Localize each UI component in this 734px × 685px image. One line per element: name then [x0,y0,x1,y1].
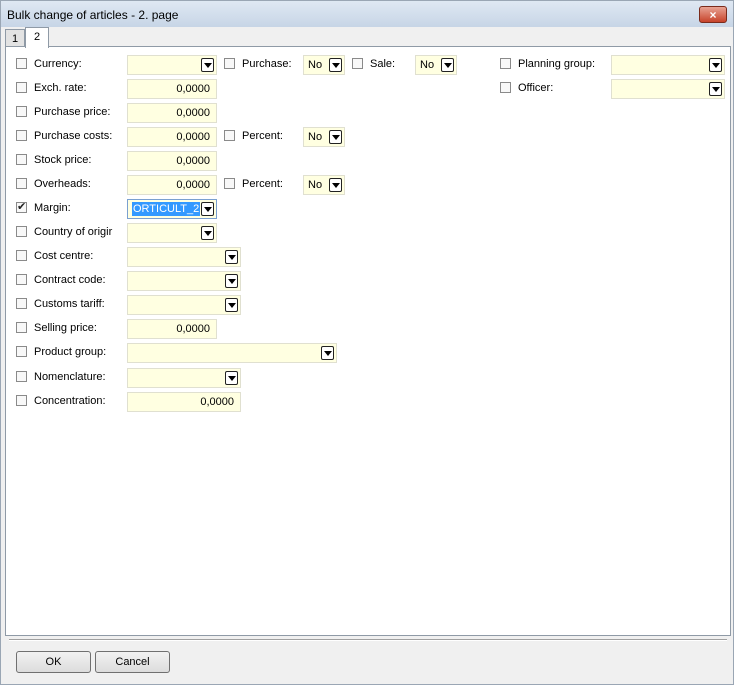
officer-label: Officer: [518,82,554,94]
cost-centre-select[interactable] [127,247,241,267]
overheads-label: Overheads: [34,178,91,190]
country-of-origin-checkbox[interactable] [16,226,27,237]
dialog-window: Bulk change of articles - 2. page × 1 2 … [0,0,734,685]
purchase-costs-percent-label: Percent: [242,130,283,142]
purchase-price-input[interactable]: 0,0000 [127,103,217,123]
product-group-select[interactable] [127,343,337,363]
purchase-costs-percent-select[interactable]: No [303,127,345,147]
chevron-down-icon[interactable] [321,346,334,360]
nomenclature-select[interactable] [127,368,241,388]
planning-group-checkbox[interactable] [500,58,511,69]
contract-code-checkbox[interactable] [16,274,27,285]
sale-label: Sale: [370,58,396,70]
chevron-down-icon[interactable] [201,202,214,216]
tab-strip: 1 2 [1,27,733,48]
currency-label: Currency: [34,58,82,70]
cost-centre-label: Cost centre: [34,250,94,262]
window-title: Bulk change of articles - 2. page [7,8,179,22]
footer-separator [9,639,727,641]
country-of-origin-label: Country of origir [34,226,113,238]
sale-checkbox[interactable] [352,58,363,69]
margin-value: ORTICULT_2 [132,202,201,216]
country-of-origin-select[interactable] [127,223,217,243]
planning-group-label: Planning group: [518,58,596,70]
product-group-label: Product group: [34,346,107,358]
stock-price-label: Stock price: [34,154,92,166]
tab-panel: Currency: Purchase: No Sale: No Planning… [5,46,731,636]
purchase-select[interactable]: No [303,55,345,75]
purchase-value: No [308,59,323,71]
purchase-price-checkbox[interactable] [16,106,27,117]
chevron-down-icon[interactable] [225,371,238,385]
customs-tariff-checkbox[interactable] [16,298,27,309]
purchase-checkbox[interactable] [224,58,235,69]
selling-price-checkbox[interactable] [16,322,27,333]
margin-checkbox[interactable] [16,200,27,213]
tab-page-1[interactable]: 1 [5,29,25,47]
purchase-costs-percent-checkbox[interactable] [224,130,235,141]
overheads-percent-select[interactable]: No [303,175,345,195]
selling-price-input[interactable]: 0,0000 [127,319,217,339]
overheads-checkbox[interactable] [16,178,27,189]
currency-select[interactable] [127,55,217,75]
overheads-percent-value: No [308,179,323,191]
tab-page-2[interactable]: 2 [25,27,49,48]
product-group-checkbox[interactable] [16,346,27,357]
selling-price-label: Selling price: [34,322,97,334]
exch-rate-checkbox[interactable] [16,82,27,93]
chevron-down-icon[interactable] [329,130,342,144]
contract-code-select[interactable] [127,271,241,291]
sale-select[interactable]: No [415,55,457,75]
overheads-input[interactable]: 0,0000 [127,175,217,195]
concentration-label: Concentration: [34,395,106,407]
chevron-down-icon[interactable] [225,250,238,264]
nomenclature-checkbox[interactable] [16,371,27,382]
exch-rate-input[interactable]: 0,0000 [127,79,217,99]
chevron-down-icon[interactable] [329,58,342,72]
stock-price-input[interactable]: 0,0000 [127,151,217,171]
purchase-costs-percent-value: No [308,131,323,143]
sale-value: No [420,59,435,71]
currency-checkbox[interactable] [16,58,27,69]
chevron-down-icon[interactable] [201,58,214,72]
purchase-costs-checkbox[interactable] [16,130,27,141]
margin-select[interactable]: ORTICULT_2 [127,199,217,219]
purchase-costs-input[interactable]: 0,0000 [127,127,217,147]
purchase-price-label: Purchase price: [34,106,111,118]
chevron-down-icon[interactable] [225,298,238,312]
chevron-down-icon[interactable] [441,58,454,72]
ok-button[interactable]: OK [16,651,91,673]
stock-price-checkbox[interactable] [16,154,27,165]
margin-label: Margin: [34,202,71,214]
purchase-label: Purchase: [242,58,292,70]
cancel-button[interactable]: Cancel [95,651,170,673]
concentration-input[interactable]: 0,0000 [127,392,241,412]
officer-checkbox[interactable] [500,82,511,93]
chevron-down-icon[interactable] [329,178,342,192]
chevron-down-icon[interactable] [709,58,722,72]
contract-code-label: Contract code: [34,274,106,286]
close-icon[interactable]: × [699,6,727,23]
purchase-costs-label: Purchase costs: [34,130,113,142]
customs-tariff-label: Customs tariff: [34,298,105,310]
cost-centre-checkbox[interactable] [16,250,27,261]
chevron-down-icon[interactable] [709,82,722,96]
concentration-checkbox[interactable] [16,395,27,406]
planning-group-select[interactable] [611,55,725,75]
chevron-down-icon[interactable] [225,274,238,288]
officer-select[interactable] [611,79,725,99]
overheads-percent-checkbox[interactable] [224,178,235,189]
title-bar[interactable]: Bulk change of articles - 2. page × [1,1,733,27]
exch-rate-label: Exch. rate: [34,82,87,94]
customs-tariff-select[interactable] [127,295,241,315]
overheads-percent-label: Percent: [242,178,283,190]
nomenclature-label: Nomenclature: [34,371,106,383]
chevron-down-icon[interactable] [201,226,214,240]
